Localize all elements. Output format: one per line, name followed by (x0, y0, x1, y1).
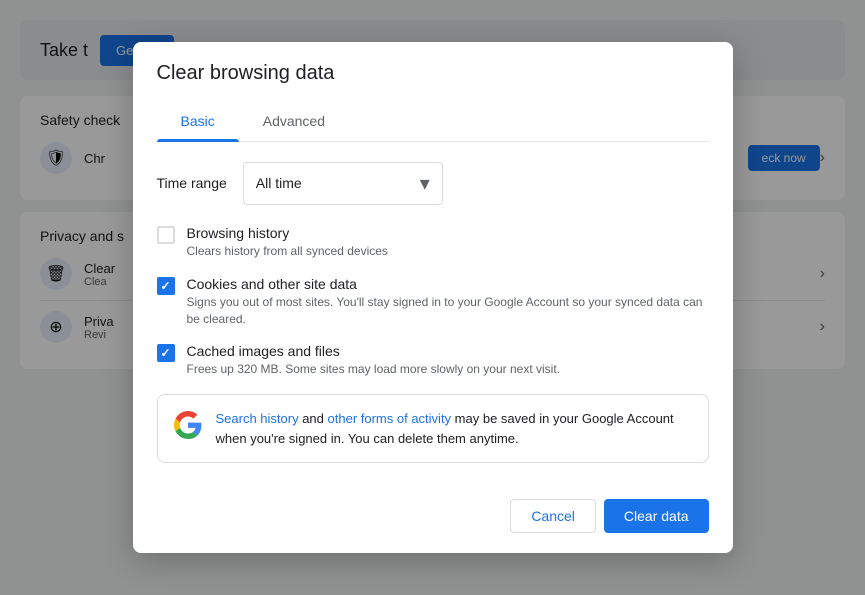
dialog-body: Time range All time ▾ Browsing history C… (133, 142, 733, 487)
info-text-middle: and (299, 411, 328, 426)
modal-overlay: Clear browsing data Basic Advanced Time … (0, 0, 865, 595)
time-range-value: All time (256, 175, 420, 191)
cookies-content: Cookies and other site data Signs you ou… (187, 276, 709, 328)
other-activity-link[interactable]: other forms of activity (328, 411, 452, 426)
browsing-history-checkbox[interactable] (157, 226, 175, 244)
time-range-row: Time range All time ▾ (157, 162, 709, 205)
cached-images-label: Cached images and files (187, 343, 709, 359)
cookies-row: Cookies and other site data Signs you ou… (157, 276, 709, 328)
dialog-header: Clear browsing data Basic Advanced (133, 42, 733, 142)
browsing-history-content: Browsing history Clears history from all… (187, 225, 709, 260)
cached-images-row: Cached images and files Frees up 320 MB.… (157, 343, 709, 378)
cached-images-checkbox[interactable] (157, 344, 175, 362)
dialog-title: Clear browsing data (157, 62, 709, 85)
cached-images-desc: Frees up 320 MB. Some sites may load mor… (187, 361, 709, 378)
info-box: Search history and other forms of activi… (157, 394, 709, 463)
dropdown-arrow-icon: ▾ (420, 171, 430, 196)
browsing-history-desc: Clears history from all synced devices (187, 243, 709, 260)
cookies-label: Cookies and other site data (187, 276, 709, 292)
time-range-label: Time range (157, 175, 227, 191)
clear-browsing-dialog: Clear browsing data Basic Advanced Time … (133, 42, 733, 553)
clear-data-button[interactable]: Clear data (604, 499, 709, 533)
browsing-history-row: Browsing history Clears history from all… (157, 225, 709, 260)
info-text: Search history and other forms of activi… (216, 409, 692, 448)
dialog-footer: Cancel Clear data (133, 487, 733, 553)
cached-images-content: Cached images and files Frees up 320 MB.… (187, 343, 709, 378)
search-history-link[interactable]: Search history (216, 411, 299, 426)
cancel-button[interactable]: Cancel (510, 499, 596, 533)
cookies-checkbox[interactable] (157, 277, 175, 295)
time-range-select[interactable]: All time ▾ (243, 162, 443, 205)
tab-basic[interactable]: Basic (157, 101, 239, 141)
google-g-icon (174, 411, 202, 439)
browsing-history-label: Browsing history (187, 225, 709, 241)
cookies-desc: Signs you out of most sites. You'll stay… (187, 294, 709, 328)
dialog-tabs: Basic Advanced (157, 101, 709, 142)
tab-advanced[interactable]: Advanced (239, 101, 349, 141)
